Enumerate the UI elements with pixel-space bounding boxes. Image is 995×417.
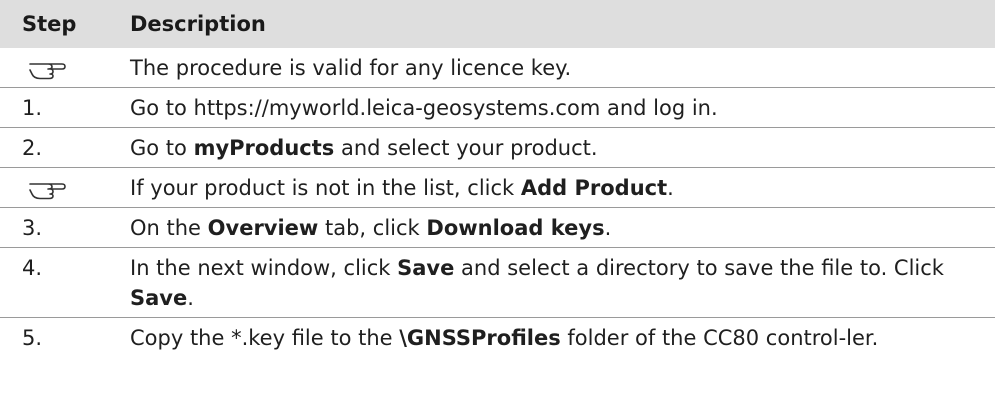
text-run: The procedure is valid for any licence k… (130, 56, 572, 80)
text-run: If your product is not in the list, clic… (130, 176, 521, 200)
step-number: 2. (22, 136, 43, 160)
bold-term: Save (397, 256, 455, 280)
step-column-header: Step (22, 12, 77, 36)
bold-term: \GNSSProfiles (399, 326, 561, 350)
table-row: 1. Go to https://myworld.leica-geosystem… (0, 88, 995, 128)
text-run: Go to https://myworld.leica-geosystems.c… (130, 96, 718, 120)
text-run: . (604, 216, 612, 240)
text-run: folder of the CC80 control-ler. (560, 326, 879, 350)
table-row: The procedure is valid for any licence k… (0, 48, 995, 88)
text-run: and select a directory to save the file … (454, 256, 944, 280)
step-description: On the Overview tab, click Download keys… (130, 213, 995, 243)
bold-term: Add Product (520, 176, 668, 200)
bold-term: myProducts (193, 136, 335, 160)
bold-term: Overview (207, 216, 319, 240)
text-run: and select your product. (334, 136, 598, 160)
text-run: Copy the *.key file to the (130, 326, 400, 350)
table-header: Step Description (0, 0, 995, 48)
step-description: In the next window, click Save and selec… (130, 253, 995, 313)
table-row: If your product is not in the list, clic… (0, 168, 995, 208)
procedure-table: Step Description The procedure is valid … (0, 0, 995, 357)
step-description: The procedure is valid for any licence k… (130, 53, 995, 83)
description-column-header: Description (130, 12, 266, 36)
bold-term: Download keys (426, 216, 605, 240)
step-description: Go to myProducts and select your product… (130, 133, 995, 163)
step-description: Copy the *.key file to the \GNSSProfiles… (130, 323, 995, 353)
table-row: 5. Copy the *.key file to the \GNSSProfi… (0, 318, 995, 357)
table-row: 2. Go to myProducts and select your prod… (0, 128, 995, 168)
table-row: 3. On the Overview tab, click Download k… (0, 208, 995, 248)
step-cell (0, 173, 130, 203)
pointing-hand-icon (29, 63, 66, 80)
step-number: 3. (22, 216, 43, 240)
step-number: 1. (22, 96, 43, 120)
text-run: tab, click (318, 216, 427, 240)
text-run: Go to (130, 136, 194, 160)
text-run: . (187, 286, 194, 310)
bold-term: Save (130, 286, 188, 310)
table-row: 4. In the next window, click Save and se… (0, 248, 995, 318)
text-run: . (667, 176, 674, 200)
step-number: 4. (22, 256, 43, 280)
step-description: If your product is not in the list, clic… (130, 173, 995, 203)
step-description: Go to https://myworld.leica-geosystems.c… (130, 93, 995, 123)
step-cell (0, 53, 130, 83)
text-run: On the (130, 216, 208, 240)
step-number: 5. (22, 326, 43, 350)
text-run: In the next window, click (130, 256, 398, 280)
pointing-hand-icon (29, 183, 66, 200)
